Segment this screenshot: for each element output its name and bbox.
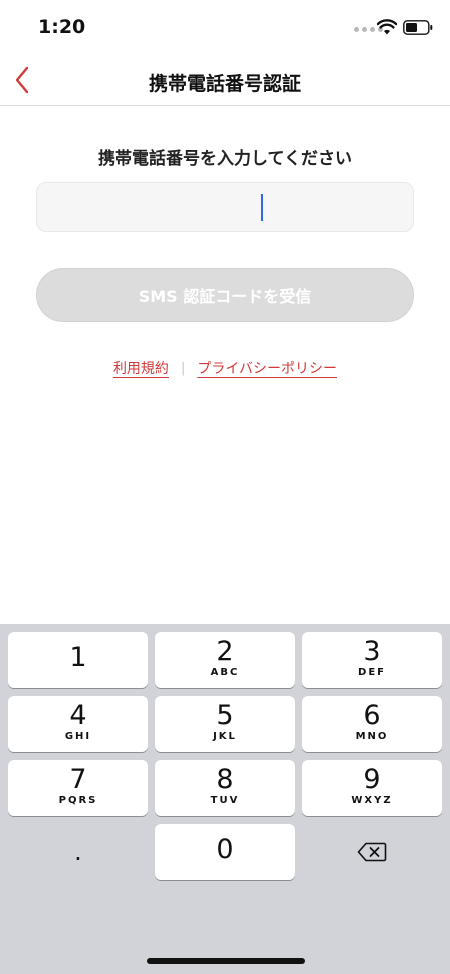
key-digit: 0 bbox=[216, 834, 234, 865]
key-digit: 1 bbox=[69, 642, 87, 673]
status-time: 1:20 bbox=[38, 16, 86, 38]
page-title: 携帯電話番号認証 bbox=[148, 73, 301, 95]
legal-links: 利用規約 | プライバシーポリシー bbox=[0, 358, 450, 378]
key-1[interactable]: 1 bbox=[8, 632, 148, 688]
key-letters: JKL bbox=[213, 731, 237, 742]
terms-link[interactable]: 利用規約 bbox=[113, 358, 169, 378]
home-indicator bbox=[147, 958, 305, 964]
phone-prompt-label: 携帯電話番号を入力してください bbox=[98, 149, 352, 169]
key-6[interactable]: 6 MNO bbox=[302, 696, 442, 752]
key-digit: 3 bbox=[363, 636, 381, 667]
key-8[interactable]: 8 TUV bbox=[155, 760, 295, 816]
text-caret bbox=[261, 194, 263, 221]
link-separator: | bbox=[180, 360, 186, 376]
key-digit: 9 bbox=[363, 764, 381, 795]
wifi-icon bbox=[377, 19, 397, 35]
sms-code-button[interactable]: SMS 認証コードを受信 bbox=[36, 268, 414, 322]
key-7[interactable]: 7 PQRS bbox=[8, 760, 148, 816]
phone-input-field[interactable] bbox=[36, 182, 414, 232]
key-digit: 6 bbox=[363, 700, 381, 731]
phone-input[interactable] bbox=[37, 183, 413, 231]
key-letters: PQRS bbox=[58, 795, 98, 806]
backspace-icon bbox=[357, 842, 387, 862]
key-digit: 5 bbox=[216, 700, 234, 731]
nav-bar: 携帯電話番号認証 bbox=[0, 56, 450, 106]
key-5[interactable]: 5 JKL bbox=[155, 696, 295, 752]
key-letters: TUV bbox=[210, 795, 240, 806]
key-digit: 8 bbox=[216, 764, 234, 795]
numeric-keypad: 1 2 ABC 3 DEF 4 GHI 5 JKL 6 MNO 7 PQRS 8… bbox=[0, 624, 450, 974]
key-digit: 7 bbox=[69, 764, 87, 795]
key-dot[interactable]: . bbox=[8, 824, 148, 880]
status-bar: 1:20 bbox=[0, 0, 450, 56]
delete-key[interactable] bbox=[302, 824, 442, 880]
key-letters: MNO bbox=[355, 731, 389, 742]
key-2[interactable]: 2 ABC bbox=[155, 632, 295, 688]
key-3[interactable]: 3 DEF bbox=[302, 632, 442, 688]
key-letters: ABC bbox=[210, 667, 240, 678]
key-digit: 2 bbox=[216, 636, 234, 667]
battery-icon bbox=[403, 20, 433, 35]
key-letters: DEF bbox=[358, 667, 386, 678]
privacy-policy-link[interactable]: プライバシーポリシー bbox=[197, 358, 337, 378]
key-4[interactable]: 4 GHI bbox=[8, 696, 148, 752]
dot-label: . bbox=[74, 838, 82, 866]
key-digit: 4 bbox=[69, 700, 87, 731]
key-0[interactable]: 0 bbox=[155, 824, 295, 880]
key-letters: WXYZ bbox=[351, 795, 393, 806]
key-letters: GHI bbox=[64, 731, 92, 742]
key-9[interactable]: 9 WXYZ bbox=[302, 760, 442, 816]
